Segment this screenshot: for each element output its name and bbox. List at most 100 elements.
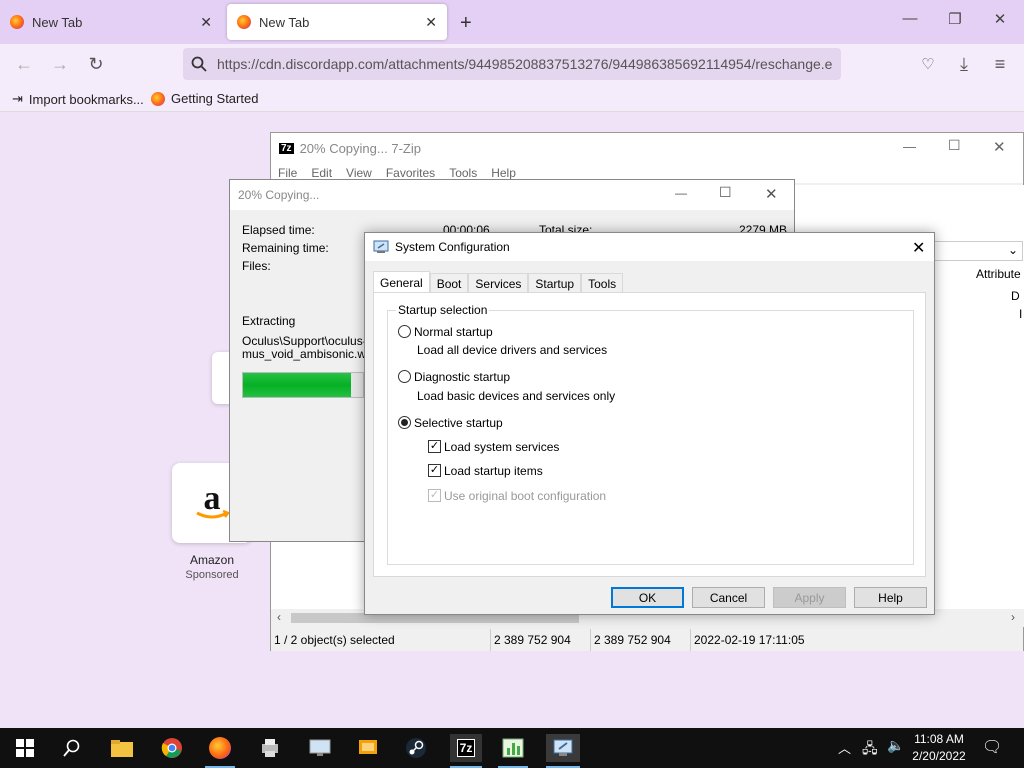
printer-icon [262, 739, 278, 757]
menu-edit[interactable]: Edit [311, 166, 332, 180]
tab-services[interactable]: Services [468, 273, 529, 293]
attribute-value: I [1019, 307, 1023, 321]
7zip-icon: 7z [279, 142, 294, 154]
use-original-boot-label: Use original boot configuration [444, 489, 607, 503]
clock-date: 2/20/2022 [912, 749, 966, 763]
url-text: https://cdn.discordapp.com/attachments/9… [217, 56, 833, 72]
forward-icon[interactable]: → [48, 54, 72, 75]
tab-tools[interactable]: Tools [581, 273, 624, 293]
taskbar-slides-app[interactable] [353, 734, 383, 762]
maximize-icon[interactable]: ☐ [948, 137, 961, 154]
selection-status: 1 / 2 object(s) selected [271, 629, 491, 651]
getting-started-link[interactable]: Getting Started [151, 91, 258, 106]
path-combobox[interactable]: ⌄ [931, 241, 1023, 261]
7zip-icon: 7z [456, 739, 476, 757]
load-system-services-label[interactable]: Load system services [444, 440, 559, 454]
chevron-up-icon[interactable]: ︿ [838, 738, 851, 757]
menu-icon[interactable]: ≡ [988, 54, 1012, 75]
diagnostic-startup-desc: Load basic devices and services only [417, 389, 616, 403]
scroll-left-icon[interactable]: ‹ [277, 610, 281, 624]
firefox-icon [237, 15, 251, 29]
menu-tools[interactable]: Tools [449, 166, 477, 180]
tab-startup[interactable]: Startup [528, 273, 582, 293]
attribute-value: D [1011, 289, 1020, 303]
scroll-right-icon[interactable]: › [1011, 610, 1015, 624]
browser-tab-1[interactable]: New Tab ✕ [0, 4, 222, 40]
tab-boot[interactable]: Boot [429, 273, 469, 293]
7zip-titlebar: 7z 20% Copying... 7-Zip — ☐ ✕ [271, 133, 1023, 163]
svg-text:a: a [204, 483, 221, 517]
browser-tab-2[interactable]: New Tab ✕ [227, 4, 447, 40]
pocket-icon[interactable]: ♡ [916, 55, 940, 73]
close-icon[interactable]: ✕ [912, 238, 925, 258]
maximize-icon[interactable]: ☐ [719, 184, 732, 201]
url-bar[interactable]: https://cdn.discordapp.com/attachments/9… [183, 48, 841, 80]
selective-startup-radio[interactable] [398, 416, 411, 429]
diagnostic-startup-radio[interactable] [398, 370, 411, 383]
msconfig-titlebar: System Configuration ✕ [365, 233, 934, 261]
taskbar-steam[interactable] [401, 734, 431, 762]
cancel-button[interactable]: Cancel [692, 587, 765, 608]
packed-size-status: 2 389 752 904 [591, 629, 691, 651]
taskbar-file-explorer[interactable] [107, 734, 137, 762]
taskbar-firefox[interactable] [205, 734, 235, 768]
firefox-icon [209, 737, 231, 759]
files-label: Files: [242, 259, 271, 273]
bookmark-label: Import bookmarks... [28, 91, 144, 107]
menu-help[interactable]: Help [491, 166, 516, 180]
taskbar-clock[interactable]: 11:08 AM 2/20/2022 [912, 731, 966, 765]
progress-bar-fill [243, 373, 351, 397]
volume-icon[interactable]: 🔈 [887, 737, 904, 754]
back-icon[interactable]: ← [12, 54, 36, 75]
menu-favorites[interactable]: Favorites [386, 166, 435, 180]
new-tab-button[interactable]: + [460, 12, 472, 35]
menu-view[interactable]: View [346, 166, 372, 180]
selective-startup-label[interactable]: Selective startup [414, 416, 503, 430]
menu-file[interactable]: File [278, 166, 297, 180]
search-button[interactable] [57, 734, 87, 762]
taskbar-monitor-app[interactable] [305, 734, 335, 762]
taskbar-msconfig[interactable] [546, 734, 580, 768]
import-bookmarks-link[interactable]: ⇥ Import bookmarks... [12, 91, 144, 107]
window-title: 20% Copying... [238, 188, 320, 202]
slides-icon [359, 740, 377, 754]
close-icon[interactable]: ✕ [993, 138, 1006, 156]
tab-general[interactable]: General [373, 271, 430, 293]
close-window-icon[interactable]: ✕ [985, 10, 1015, 28]
ok-button[interactable]: OK [611, 587, 684, 608]
close-icon[interactable]: ✕ [200, 14, 212, 31]
taskbar-chrome[interactable] [157, 734, 187, 762]
close-icon[interactable]: ✕ [765, 185, 778, 203]
chrome-icon [161, 738, 182, 758]
taskbar-chart-app[interactable] [498, 734, 528, 768]
load-startup-items-label[interactable]: Load startup items [444, 464, 543, 478]
windows-icon [16, 739, 34, 757]
taskbar-7zip[interactable]: 7z [450, 734, 482, 768]
help-button[interactable]: Help [854, 587, 927, 608]
start-button[interactable] [10, 734, 40, 762]
steam-icon [406, 738, 426, 758]
diagnostic-startup-label[interactable]: Diagnostic startup [414, 370, 510, 384]
reload-icon[interactable]: ↻ [84, 54, 108, 75]
notifications-icon[interactable]: 🗨 [982, 737, 1002, 757]
normal-startup-label[interactable]: Normal startup [414, 325, 493, 339]
use-original-boot-checkbox: ✓ [428, 489, 441, 502]
progress-bar [242, 372, 364, 398]
taskbar-printer-app[interactable] [255, 734, 285, 762]
current-file-line2: mus_void_ambisonic.wav [242, 347, 364, 361]
downloads-icon[interactable]: ⤓ [952, 54, 976, 75]
apply-button: Apply [773, 587, 846, 608]
attributes-header[interactable]: Attribute [976, 267, 1021, 281]
load-startup-items-checkbox[interactable]: ✓ [428, 464, 441, 477]
close-icon[interactable]: ✕ [425, 14, 437, 31]
general-tab-panel: Startup selection Normal startup Load al… [373, 292, 926, 577]
normal-startup-radio[interactable] [398, 325, 411, 338]
minimize-icon[interactable]: — [675, 186, 687, 200]
network-icon[interactable]: 🖧 [862, 738, 878, 762]
load-system-services-checkbox[interactable]: ✓ [428, 440, 441, 453]
minimize-icon[interactable]: — [903, 139, 916, 154]
modified-status: 2022-02-19 17:11:05 [694, 633, 805, 647]
restore-icon[interactable]: ❐ [940, 10, 970, 28]
extracting-label: Extracting [242, 314, 296, 328]
minimize-icon[interactable]: — [895, 10, 925, 27]
